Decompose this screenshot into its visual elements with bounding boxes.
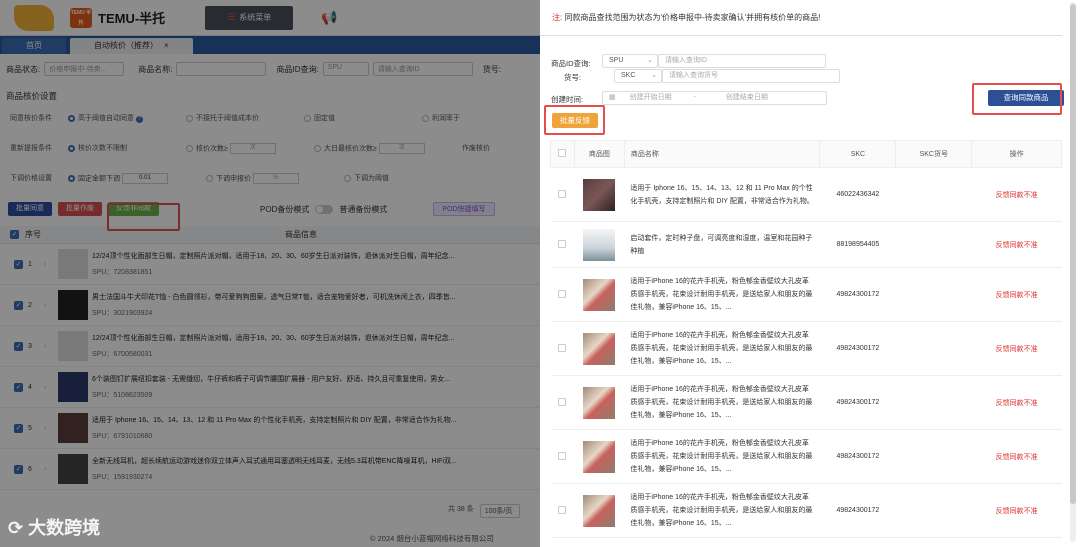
id-type-value: SPU bbox=[609, 57, 624, 64]
chevron-down-icon: ⌄ bbox=[647, 57, 653, 64]
product-name: 适用于iPhone 16的花卉手机壳，粉色郁金香壁纹大孔皮革质感手机壳，花束设计… bbox=[624, 375, 820, 430]
background-app: TEMU 半托 TEMU-半托 ☰ 系统菜单 📢 首页 自动核价（推荐） × 商品… bbox=[0, 0, 540, 547]
feedback-inaccurate-link[interactable]: 反馈同款不准 bbox=[996, 242, 1038, 249]
feedback-inaccurate-link[interactable]: 反馈同款不准 bbox=[996, 454, 1038, 461]
watermark-logo-icon: ⟳ bbox=[8, 518, 29, 538]
row-checkbox[interactable] bbox=[558, 397, 567, 406]
table-row: 适用于iPhone 16的花卉手机壳，粉色郁金香壁纹大孔皮革质感手机壳，花束设计… bbox=[550, 375, 1062, 430]
sku-type-select[interactable]: SKC ⌄ bbox=[614, 69, 662, 83]
product-image bbox=[583, 278, 616, 311]
product-image bbox=[583, 228, 616, 261]
scrollbar-thumb[interactable] bbox=[1070, 4, 1076, 504]
start-date[interactable]: 创建开始日期 bbox=[630, 94, 672, 101]
skc-no-value bbox=[895, 483, 972, 538]
product-name: 适用于iPhone 16的花卉手机壳，粉色郁金香壁纹大孔皮革质感手机壳，花束设计… bbox=[624, 321, 820, 376]
col-skc-no: SKC货号 bbox=[895, 140, 973, 168]
id-label: 商品ID查询: bbox=[551, 59, 591, 68]
skc-no-value bbox=[895, 429, 972, 484]
feedback-inaccurate-link[interactable]: 反馈同款不准 bbox=[996, 508, 1038, 515]
table-row: 适用于iPhone 16的花卉手机壳，粉色郁金香壁纹大孔皮革质感手机壳，花束设计… bbox=[550, 267, 1062, 322]
skc-value: 49824300172 bbox=[819, 267, 896, 322]
row-checkbox[interactable] bbox=[558, 239, 567, 248]
product-name: 适用于iPhone 16的花卉手机壳，粉色郁金香壁纹大孔皮革质感手机壳，花束设计… bbox=[624, 429, 820, 484]
product-name: 适用于 Iphone 16、15、14、13、12 和 11 Pro Max 的… bbox=[624, 167, 820, 222]
col-name: 商品名称 bbox=[623, 140, 821, 168]
notice-text: 同款商品查找范围为状态为'价格申报中-待卖家确认'并拥有核价单的商品! bbox=[564, 13, 821, 22]
scrollbar[interactable] bbox=[1070, 2, 1076, 542]
row-checkbox[interactable] bbox=[558, 189, 567, 198]
end-date[interactable]: 创建结束日期 bbox=[726, 94, 768, 101]
skc-no-value bbox=[895, 267, 972, 322]
table-row: 启动套件，定时种子盘，可调亮度和湿度，温室和花园种子种植 88198954405… bbox=[550, 221, 1062, 268]
feedback-inaccurate-link[interactable]: 反馈同款不准 bbox=[996, 192, 1038, 199]
table-row: 适用于iPhone 16的花卉手机壳，粉色郁金香壁纹大孔皮革质感手机壳，花束设计… bbox=[550, 483, 1062, 538]
product-name: 适用于iPhone 16的花卉手机壳，粉色郁金香壁纹大孔皮革质感手机壳，花束设计… bbox=[624, 267, 820, 322]
col-action: 操作 bbox=[971, 140, 1062, 168]
sku-label: 货号: bbox=[564, 73, 582, 82]
col-skc: SKC bbox=[819, 140, 897, 168]
watermark: ⟳ 大数跨境 bbox=[8, 514, 100, 540]
notice: 注: 同款商品查找范围为状态为'价格申报中-待卖家确认'并拥有核价单的商品! bbox=[552, 12, 820, 23]
select-all-checkbox[interactable] bbox=[558, 149, 567, 157]
table-row: 适用于iPhone 16的花卉手机壳，粉色郁金香壁纹大孔皮革质感手机壳，花束设计… bbox=[550, 429, 1062, 484]
skc-value: 49824300172 bbox=[819, 429, 896, 484]
id-input[interactable]: 请输入查询ID bbox=[658, 54, 826, 68]
product-name: 启动套件，定时种子盘，可调亮度和湿度，温室和花园种子种植 bbox=[624, 221, 820, 268]
skc-value: 46022436342 bbox=[819, 167, 896, 222]
skc-value: 49824300172 bbox=[819, 375, 896, 430]
skc-no-value bbox=[895, 375, 972, 430]
divider bbox=[540, 35, 1062, 36]
row-checkbox[interactable] bbox=[558, 451, 567, 460]
same-products-table: 商品图 商品名称 SKC SKC货号 操作 适用于 Iphone 16、15、1… bbox=[550, 140, 1062, 538]
product-image bbox=[583, 494, 616, 527]
notice-prefix: 注: bbox=[552, 13, 563, 22]
sku-input[interactable]: 请输入查询货号 bbox=[662, 69, 840, 83]
skc-value: 88198954405 bbox=[819, 221, 896, 268]
table-header-row: 商品图 商品名称 SKC SKC货号 操作 bbox=[550, 140, 1062, 168]
skc-value: 49824300172 bbox=[819, 483, 896, 538]
row-checkbox[interactable] bbox=[558, 505, 567, 514]
product-image bbox=[583, 332, 616, 365]
modal-backdrop[interactable] bbox=[0, 0, 540, 547]
created-label: 创建时间: bbox=[551, 95, 584, 104]
col-image: 商品图 bbox=[573, 140, 625, 168]
chevron-down-icon: ⌄ bbox=[651, 72, 657, 79]
date-range-picker[interactable]: ▦ 创建开始日期 - 创建结束日期 bbox=[602, 91, 827, 105]
sku-type-value: SKC bbox=[621, 72, 636, 79]
feedback-inaccurate-link[interactable]: 反馈同款不准 bbox=[996, 346, 1038, 353]
product-image bbox=[583, 440, 616, 473]
calendar-icon: ▦ bbox=[609, 94, 616, 101]
highlight-box bbox=[972, 83, 1062, 115]
skc-no-value bbox=[895, 321, 972, 376]
skc-no-value bbox=[895, 221, 972, 268]
table-row: 适用于iPhone 16的花卉手机壳，粉色郁金香壁纹大孔皮革质感手机壳，花束设计… bbox=[550, 321, 1062, 376]
watermark-text: 大数跨境 bbox=[28, 518, 101, 538]
row-checkbox[interactable] bbox=[558, 343, 567, 352]
id-type-select[interactable]: SPU ⌄ bbox=[602, 54, 658, 68]
product-image bbox=[583, 178, 616, 211]
skc-value: 49824300172 bbox=[819, 321, 896, 376]
row-checkbox[interactable] bbox=[558, 289, 567, 298]
range-separator: - bbox=[693, 94, 696, 101]
skc-no-value bbox=[895, 167, 972, 222]
feedback-inaccurate-link[interactable]: 反馈同款不准 bbox=[996, 292, 1038, 299]
product-image bbox=[583, 386, 616, 419]
same-product-drawer: 注: 同款商品查找范围为状态为'价格申报中-待卖家确认'并拥有核价单的商品! 商… bbox=[540, 0, 1080, 547]
table-row: 适用于 Iphone 16、15、14、13、12 和 11 Pro Max 的… bbox=[550, 167, 1062, 222]
product-name: 适用于iPhone 16的花卉手机壳，粉色郁金香壁纹大孔皮革质感手机壳，花束设计… bbox=[624, 483, 820, 538]
feedback-inaccurate-link[interactable]: 反馈同款不准 bbox=[996, 400, 1038, 407]
select-all-cell bbox=[550, 140, 575, 168]
highlight-box bbox=[544, 105, 605, 135]
